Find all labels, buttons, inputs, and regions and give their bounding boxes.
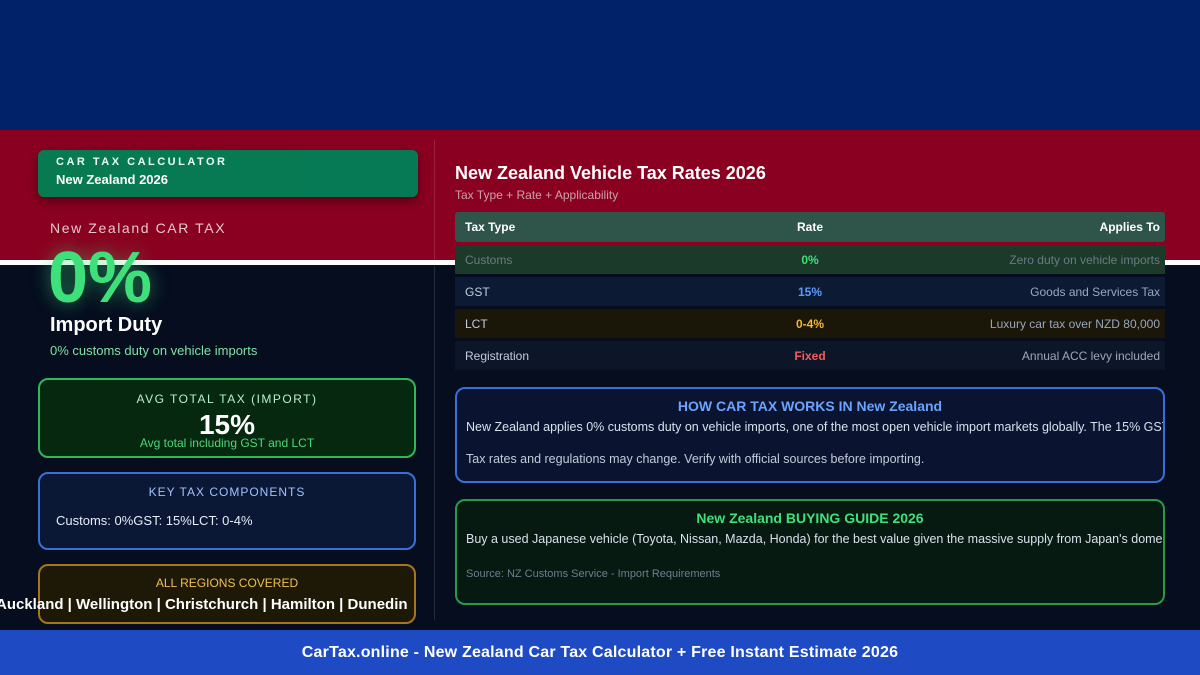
avg-total-tax-note: Avg total including GST and LCT: [139, 436, 315, 450]
hero-title: Import Duty: [50, 314, 163, 336]
how-disclaimer: Tax rates and regulations may change. Ve…: [466, 452, 925, 466]
cell-rate: Fixed: [794, 348, 826, 363]
guide-source: Source: NZ Customs Service - Import Requ…: [466, 568, 721, 580]
rates-title: New Zealand Vehicle Tax Rates 2026: [455, 163, 766, 183]
table-row: LCT 0-4% Luxury car tax over NZD 80,000: [455, 309, 1165, 338]
tax-rates-table: Tax Type Rate Applies To Customs 0% Zero…: [455, 212, 1165, 373]
cell-tax-type: Registration: [465, 348, 530, 363]
brand-subtitle: New Zealand 2026: [56, 172, 168, 187]
avg-total-tax-card: AVG TOTAL TAX (IMPORT) 15% Avg total inc…: [38, 378, 416, 458]
hero-subtitle: 0% customs duty on vehicle imports: [50, 343, 258, 358]
guide-heading: New Zealand BUYING GUIDE 2026: [696, 510, 924, 526]
cell-tax-type: GST: [465, 284, 490, 299]
hero-value: 0%: [48, 238, 153, 318]
how-heading: HOW CAR TAX WORKS IN New Zealand: [677, 398, 943, 414]
guide-text: Buy a used Japanese vehicle (Toyota, Nis…: [466, 532, 1165, 546]
key-tax-components-label: KEY TAX COMPONENTS: [148, 485, 306, 499]
header-applies-to: Applies To: [1099, 220, 1160, 234]
cell-rate: 0-4%: [795, 316, 824, 331]
regions-label: ALL REGIONS COVERED: [155, 576, 299, 590]
brand-kicker: CAR TAX CALCULATOR: [56, 156, 228, 168]
cell-applies-to: Zero duty on vehicle imports: [1009, 252, 1160, 267]
table-row: Registration Fixed Annual ACC levy inclu…: [455, 341, 1165, 370]
cell-applies-to: Annual ACC levy included: [1021, 348, 1160, 363]
cell-tax-type: Customs: [465, 252, 513, 267]
footer-text: CarTax.online - New Zealand Car Tax Calc…: [301, 643, 899, 661]
key-tax-components-card: KEY TAX COMPONENTS Customs: 0%GST: 15%LC…: [38, 472, 416, 550]
cell-rate: 0%: [801, 252, 819, 267]
header-rate: Rate: [796, 220, 823, 234]
avg-total-tax-label: AVG TOTAL TAX (IMPORT): [136, 392, 318, 406]
regions-card: ALL REGIONS COVERED: [38, 564, 416, 624]
key-tax-components-text: Customs: 0%GST: 15%LCT: 0-4%: [56, 513, 253, 528]
table-row: GST 15% Goods and Services Tax: [455, 277, 1165, 306]
brand-badge: CAR TAX CALCULATOR New Zealand 2026: [38, 150, 418, 197]
background-blue-band: [0, 0, 1200, 130]
hero-kicker: New Zealand CAR TAX: [50, 220, 227, 236]
column-divider: [434, 140, 435, 620]
header-tax-type: Tax Type: [465, 220, 516, 234]
buying-guide-card: New Zealand BUYING GUIDE 2026 Buy a used…: [455, 499, 1165, 605]
table-header-row: Tax Type Rate Applies To: [455, 212, 1165, 242]
cell-tax-type: LCT: [465, 316, 488, 331]
cell-rate: 15%: [797, 284, 823, 299]
footer-bar: CarTax.online - New Zealand Car Tax Calc…: [0, 630, 1200, 675]
how-car-tax-works-card: HOW CAR TAX WORKS IN New Zealand New Zea…: [455, 387, 1165, 483]
cell-applies-to: Goods and Services Tax: [1030, 284, 1160, 299]
regions-list: Auckland | Wellington | Christchurch | H…: [0, 596, 408, 613]
how-text: New Zealand applies 0% customs duty on v…: [466, 420, 1165, 434]
rates-subtitle: Tax Type + Rate + Applicability: [455, 188, 619, 202]
table-row: Customs 0% Zero duty on vehicle imports: [455, 245, 1165, 274]
cell-applies-to: Luxury car tax over NZD 80,000: [989, 316, 1160, 331]
